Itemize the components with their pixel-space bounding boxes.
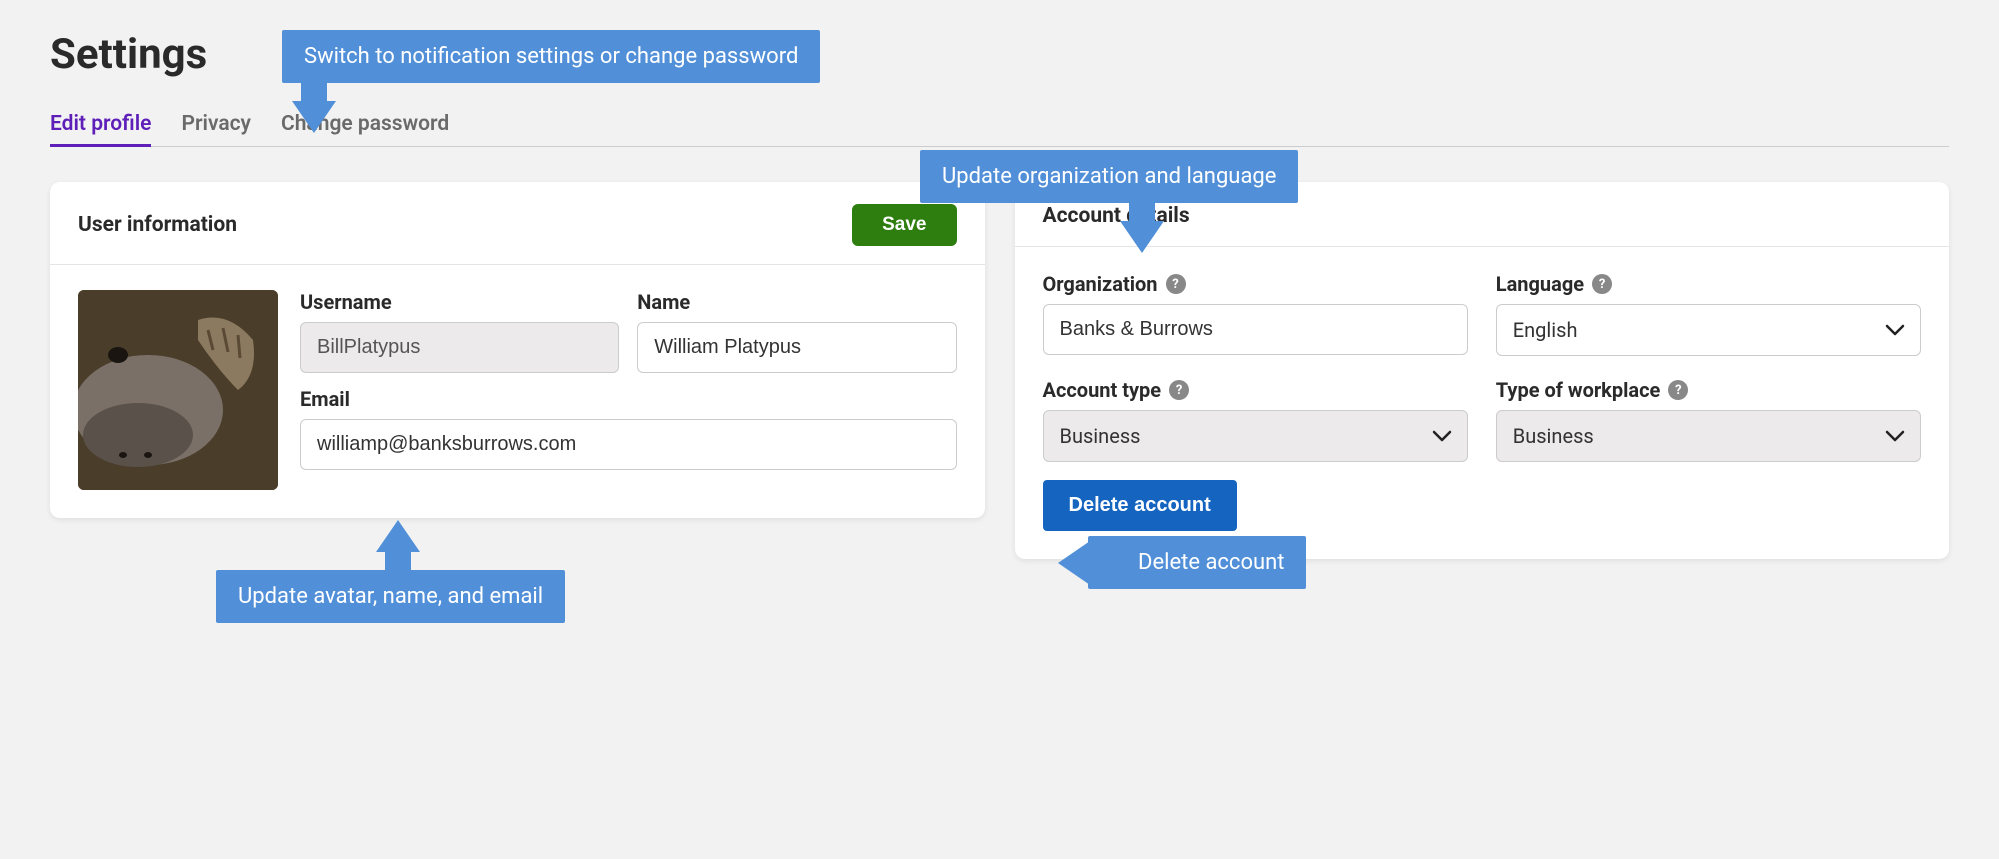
organization-field[interactable] (1043, 304, 1468, 355)
callout-avatar: Update avatar, name, and email (216, 570, 565, 623)
help-icon[interactable]: ? (1592, 274, 1612, 294)
account-type-label-text: Account type (1043, 378, 1162, 402)
callout-org-language: Update organization and language (920, 150, 1298, 203)
language-label-text: Language (1496, 272, 1584, 296)
account-type-select[interactable]: Business (1043, 410, 1468, 462)
callout-tabs: Switch to notification settings or chang… (282, 30, 820, 83)
callout-org-language-text: Update organization and language (942, 164, 1276, 189)
email-field[interactable] (300, 419, 957, 470)
user-info-title: User information (78, 213, 237, 237)
help-icon[interactable]: ? (1169, 380, 1189, 400)
callout-tabs-text: Switch to notification settings or chang… (304, 44, 798, 69)
avatar[interactable] (78, 290, 278, 490)
arrow-down-icon (292, 101, 336, 133)
organization-label-text: Organization (1043, 272, 1158, 296)
workplace-label-text: Type of workplace (1496, 378, 1661, 402)
name-label: Name (637, 290, 956, 314)
tab-privacy[interactable]: Privacy (181, 104, 251, 147)
email-label: Email (300, 387, 957, 411)
organization-label: Organization ? (1043, 272, 1468, 296)
help-icon[interactable]: ? (1668, 380, 1688, 400)
language-label: Language ? (1496, 272, 1921, 296)
username-label: Username (300, 290, 619, 314)
account-details-title: Account details (1043, 204, 1190, 228)
account-type-label: Account type ? (1043, 378, 1468, 402)
user-information-card: User information Save Use (50, 182, 985, 518)
language-select[interactable]: English (1496, 304, 1921, 356)
help-icon[interactable]: ? (1166, 274, 1186, 294)
callout-delete: Delete account (1088, 536, 1306, 589)
arrow-down-icon (1120, 221, 1164, 253)
arrow-up-icon (376, 520, 420, 552)
delete-account-button[interactable]: Delete account (1043, 480, 1237, 531)
name-field[interactable] (637, 322, 956, 373)
workplace-label: Type of workplace ? (1496, 378, 1921, 402)
callout-delete-text: Delete account (1138, 550, 1284, 575)
save-button[interactable]: Save (852, 204, 956, 246)
username-field (300, 322, 619, 373)
workplace-select[interactable]: Business (1496, 410, 1921, 462)
platypus-avatar-image (78, 290, 278, 490)
callout-avatar-text: Update avatar, name, and email (238, 584, 543, 609)
arrow-left-icon (1058, 541, 1090, 585)
tab-edit-profile[interactable]: Edit profile (50, 104, 151, 147)
